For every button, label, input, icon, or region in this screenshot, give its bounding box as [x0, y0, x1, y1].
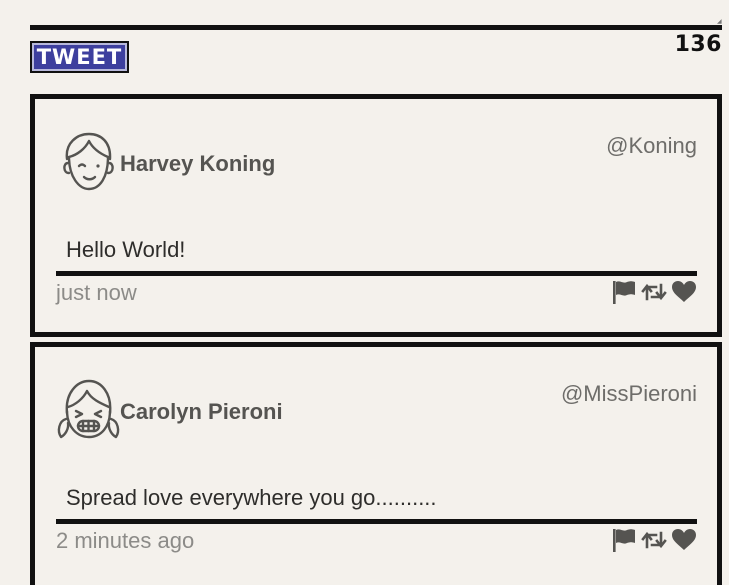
user-handle[interactable]: @Koning [606, 133, 697, 159]
tweet-timestamp: just now [56, 280, 137, 305]
tweet-actions [611, 279, 697, 305]
tweet-actions [611, 527, 697, 553]
retweet-icon[interactable] [641, 279, 667, 305]
girl-face-icon [55, 377, 121, 443]
character-count: 136 [674, 32, 722, 57]
boy-face-icon [55, 129, 121, 195]
user-name[interactable]: Carolyn Pieroni [120, 399, 283, 425]
resize-grip-icon[interactable]: ◢ [717, 19, 722, 25]
compose-area: ◢ TWEET 136 [30, 19, 722, 85]
flag-icon[interactable] [611, 527, 637, 553]
page: ◢ TWEET 136 Harvey Koning @Koning Hello … [0, 0, 729, 585]
retweet-icon[interactable] [641, 527, 667, 553]
flag-icon[interactable] [611, 279, 637, 305]
compose-textarea[interactable] [30, 25, 722, 33]
divider [56, 271, 697, 276]
tweet-card: Carolyn Pieroni @MissPieroni Spread love… [30, 342, 722, 585]
tweet-card: Harvey Koning @Koning Hello World! just … [30, 94, 722, 337]
tweet-text: Spread love everywhere you go.......... [66, 485, 437, 510]
user-handle[interactable]: @MissPieroni [561, 381, 697, 407]
tweet-timestamp: 2 minutes ago [56, 528, 195, 553]
heart-icon[interactable] [671, 279, 697, 305]
divider [56, 519, 697, 524]
tweet-text: Hello World! [66, 237, 186, 262]
tweet-button[interactable]: TWEET [30, 41, 129, 73]
user-name[interactable]: Harvey Koning [120, 151, 275, 177]
heart-icon[interactable] [671, 527, 697, 553]
